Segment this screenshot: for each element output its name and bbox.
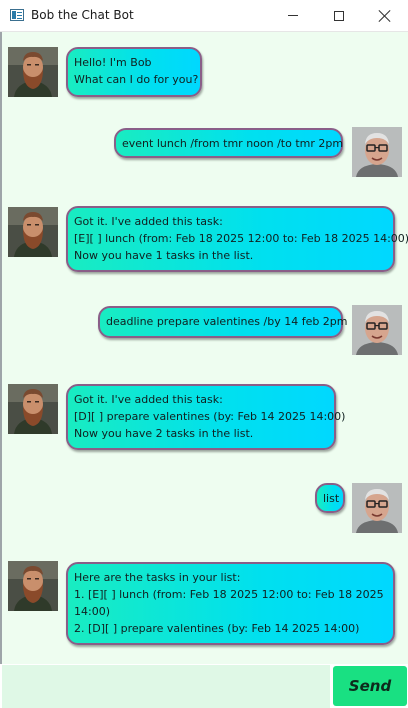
message-line: Got it. I've added this task: [74,393,223,406]
user-message-bubble: deadline prepare valentines /by 14 feb 2… [98,306,348,338]
message-line: 14:00) [74,605,110,618]
message-line: deadline prepare valentines /by 14 feb 2… [106,315,348,328]
input-bar: Send [0,664,408,708]
title-bar: Bob the Chat Bot [0,0,408,32]
bot-avatar [8,207,58,257]
bot-avatar [8,47,58,97]
close-button[interactable] [362,0,408,31]
message-line: 2. [D][ ] prepare valentines (by: Feb 14… [74,622,360,635]
message-line: Now you have 1 tasks in the list. [74,249,254,262]
maximize-icon [334,10,344,21]
bot-message-bubble: Hello! I'm Bob What can I do for you? [66,47,202,97]
message-line: 1. [E][ ] lunch (from: Feb 18 2025 12:00… [74,588,384,601]
chat-scroll-area[interactable]: Hello! I'm Bob What can I do for you? ev… [0,32,408,664]
message-line: [E][ ] lunch (from: Feb 18 2025 12:00 to… [74,232,408,245]
message-line: What can I do for you? [74,73,199,86]
bot-avatar [8,561,58,611]
maximize-button[interactable] [316,0,362,31]
message-line: list [323,492,340,505]
bot-message-bubble: Got it. I've added this task: [E][ ] lun… [66,206,408,272]
message-line: [D][ ] prepare valentines (by: Feb 14 20… [74,410,346,423]
minimize-button[interactable] [270,0,316,31]
user-avatar [352,305,402,355]
message-input[interactable] [2,665,330,708]
message-line: event lunch /from tmr noon /to tmr 2pm [122,137,344,150]
minimize-icon [288,15,298,16]
send-button[interactable]: Send [333,666,407,706]
user-message-bubble: event lunch /from tmr noon /to tmr 2pm [114,128,343,158]
message-line: Hello! I'm Bob [74,56,152,69]
message-line: Got it. I've added this task: [74,215,223,228]
message-line: Here are the tasks in your list: [74,571,241,584]
bot-message-bubble: Got it. I've added this task: [D][ ] pre… [66,384,346,450]
bot-avatar [8,384,58,434]
user-message-bubble: list [315,483,345,513]
bot-message-bubble: Here are the tasks in your list: 1. [E][… [66,562,395,645]
window-title: Bob the Chat Bot [31,8,134,22]
user-avatar [352,127,402,177]
close-icon [379,10,391,22]
window-left-border [0,32,2,708]
user-avatar [352,483,402,533]
app-window-icon [10,9,24,21]
message-line: Now you have 2 tasks in the list. [74,427,254,440]
